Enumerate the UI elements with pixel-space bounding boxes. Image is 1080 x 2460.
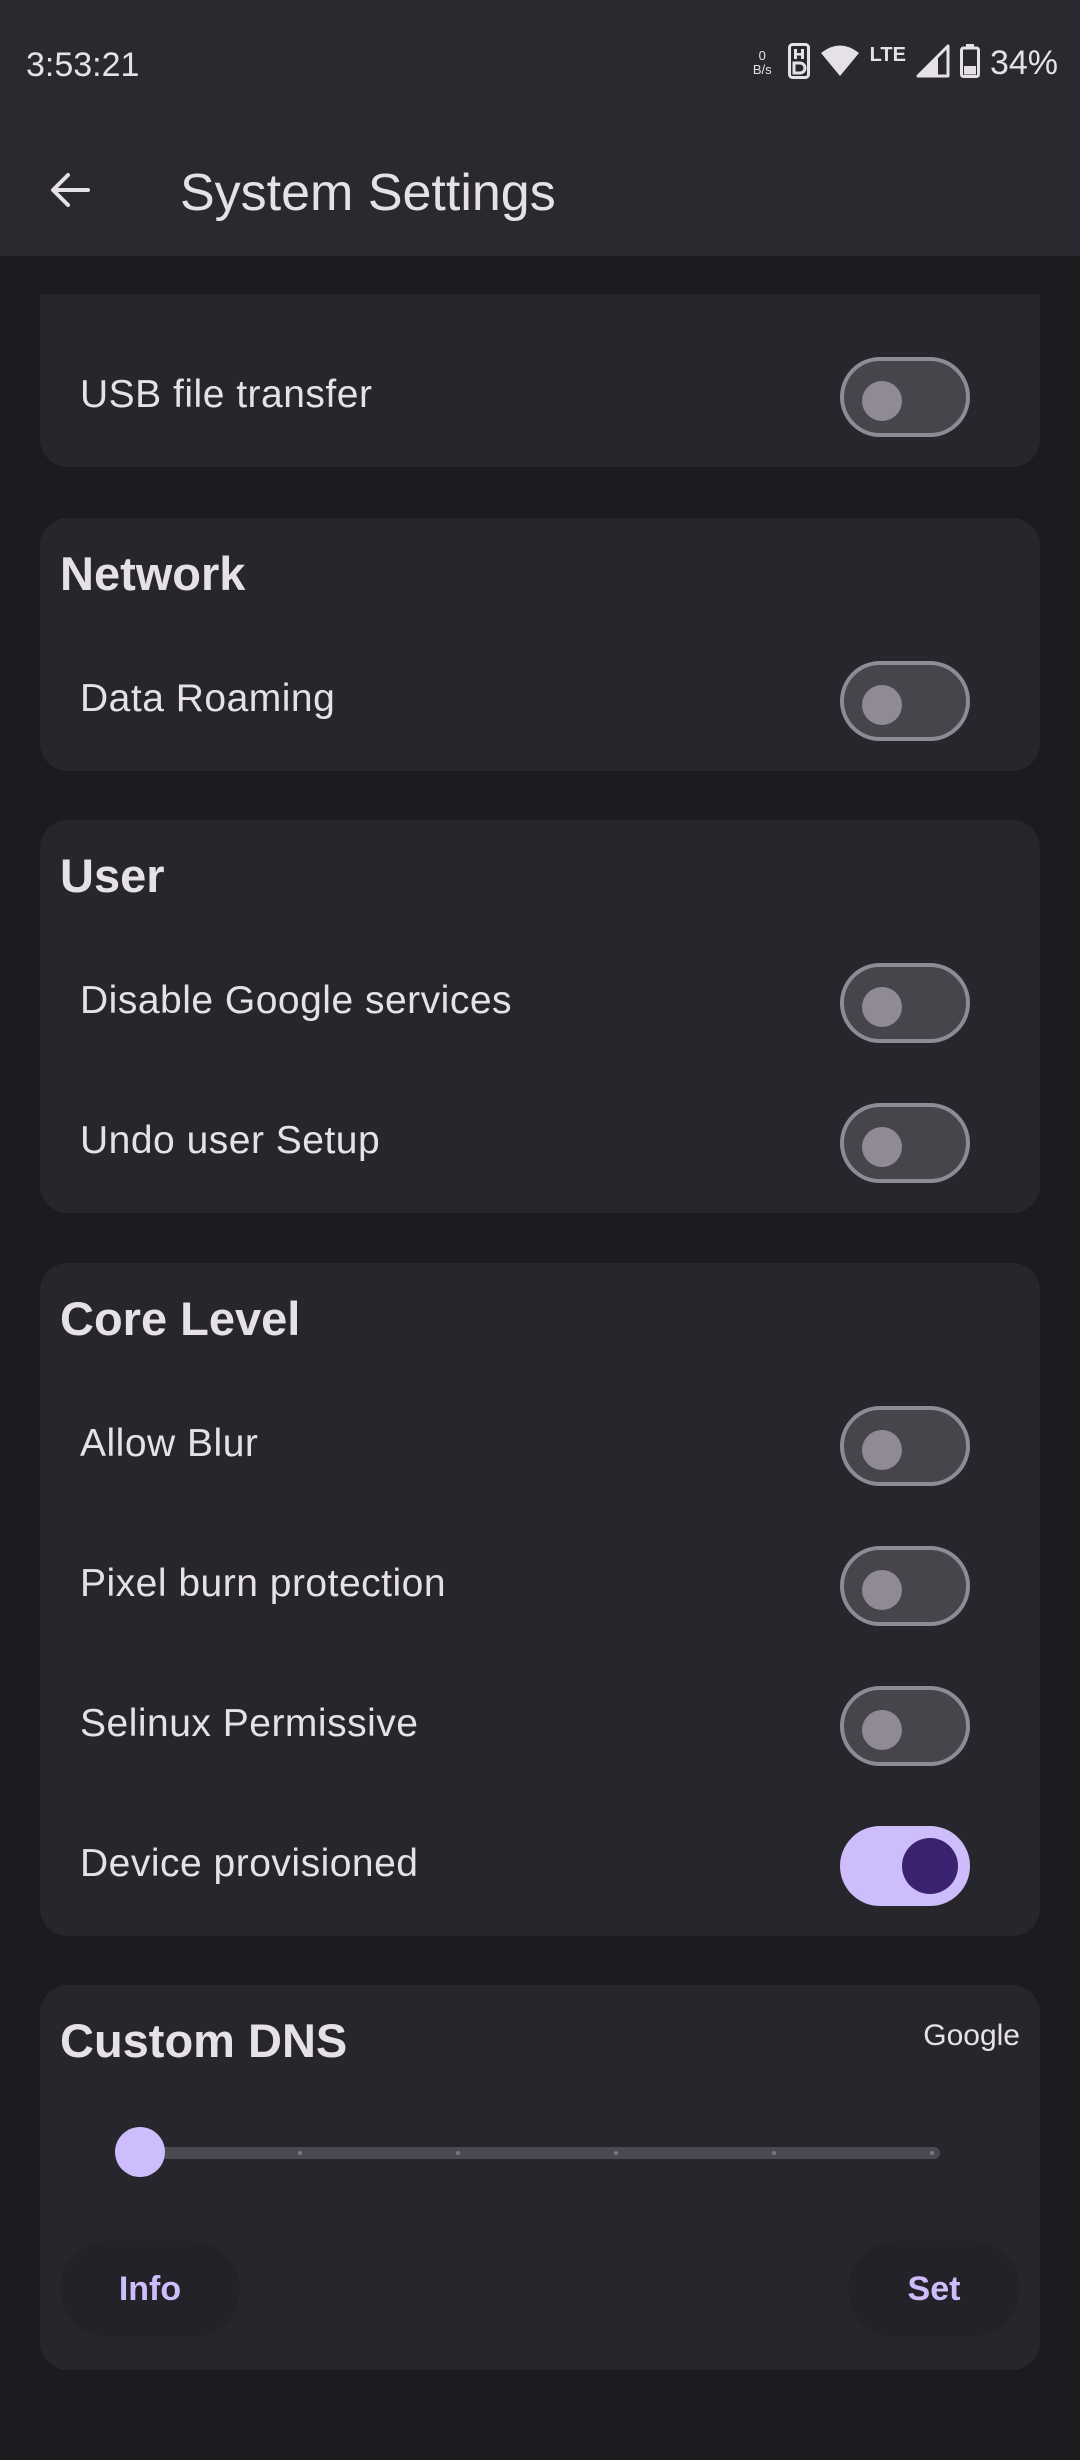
core-level-title: Core Level	[60, 1292, 301, 1345]
device-provisioned-label: Device provisioned	[80, 1842, 419, 1885]
status-time: 3:53:21	[26, 46, 140, 84]
switch-thumb	[862, 381, 902, 421]
slider-tick	[772, 2151, 776, 2155]
dns-provider-value: Google	[923, 2019, 1020, 2052]
device-provisioned-switch[interactable]	[840, 1826, 970, 1906]
net-speed-value: 0	[758, 48, 766, 63]
set-button[interactable]: Set	[848, 2241, 1020, 2337]
status-bar: 3:53:21 0 B/s LTE 34%	[0, 0, 1080, 130]
pixel-burn-protection-switch[interactable]	[840, 1546, 970, 1626]
dns-slider-thumb[interactable]	[115, 2127, 165, 2177]
lte-icon: LTE	[869, 44, 906, 66]
data-roaming-label: Data Roaming	[80, 677, 336, 720]
slider-tick	[614, 2151, 618, 2155]
allow-blur-label: Allow Blur	[80, 1422, 259, 1465]
network-card: Network Data Roaming	[40, 518, 1040, 771]
custom-dns-card: Custom DNS Google Info Set	[40, 1985, 1040, 2370]
battery-icon	[959, 43, 980, 83]
usb-card: USB file transfer	[40, 294, 1040, 467]
switch-thumb	[862, 1710, 902, 1750]
switch-thumb	[862, 987, 902, 1027]
slider-tick	[930, 2151, 934, 2155]
wifi-icon	[820, 44, 860, 83]
user-title: User	[60, 849, 165, 902]
data-roaming-switch[interactable]	[840, 661, 970, 741]
switch-thumb	[902, 1838, 958, 1894]
status-icons: 0 B/s LTE 34%	[753, 42, 1058, 84]
switch-thumb	[862, 1570, 902, 1610]
selinux-permissive-switch[interactable]	[840, 1686, 970, 1766]
switch-thumb	[862, 685, 902, 725]
switch-thumb	[862, 1430, 902, 1470]
battery-percentage: 34%	[989, 43, 1058, 82]
hd-icon	[787, 42, 810, 84]
undo-user-setup-label: Undo user Setup	[80, 1119, 381, 1162]
undo-user-setup-switch[interactable]	[840, 1103, 970, 1183]
slider-tick	[298, 2151, 302, 2155]
info-button[interactable]: Info	[60, 2241, 240, 2337]
allow-blur-switch[interactable]	[840, 1406, 970, 1486]
disable-google-services-switch[interactable]	[840, 963, 970, 1043]
signal-icon	[916, 44, 950, 83]
switch-thumb	[862, 1127, 902, 1167]
custom-dns-title: Custom DNS	[60, 2014, 348, 2067]
pixel-burn-protection-label: Pixel burn protection	[80, 1562, 447, 1605]
core-level-card: Core Level Allow Blur Pixel burn protect…	[40, 1263, 1040, 1936]
app-bar: System Settings	[0, 130, 1080, 256]
selinux-permissive-label: Selinux Permissive	[80, 1702, 419, 1745]
back-button[interactable]	[38, 160, 102, 224]
usb-file-transfer-label: USB file transfer	[80, 373, 373, 416]
net-speed-indicator: 0 B/s	[753, 49, 772, 77]
slider-tick	[456, 2151, 460, 2155]
net-speed-unit: B/s	[752, 62, 772, 77]
usb-file-transfer-switch[interactable]	[840, 357, 970, 437]
disable-google-services-label: Disable Google services	[80, 979, 513, 1022]
arrow-left-icon	[48, 168, 92, 217]
dns-slider-track[interactable]	[140, 2147, 940, 2159]
page-title: System Settings	[180, 164, 556, 222]
user-card: User Disable Google services Undo user S…	[40, 820, 1040, 1213]
network-title: Network	[60, 547, 246, 600]
